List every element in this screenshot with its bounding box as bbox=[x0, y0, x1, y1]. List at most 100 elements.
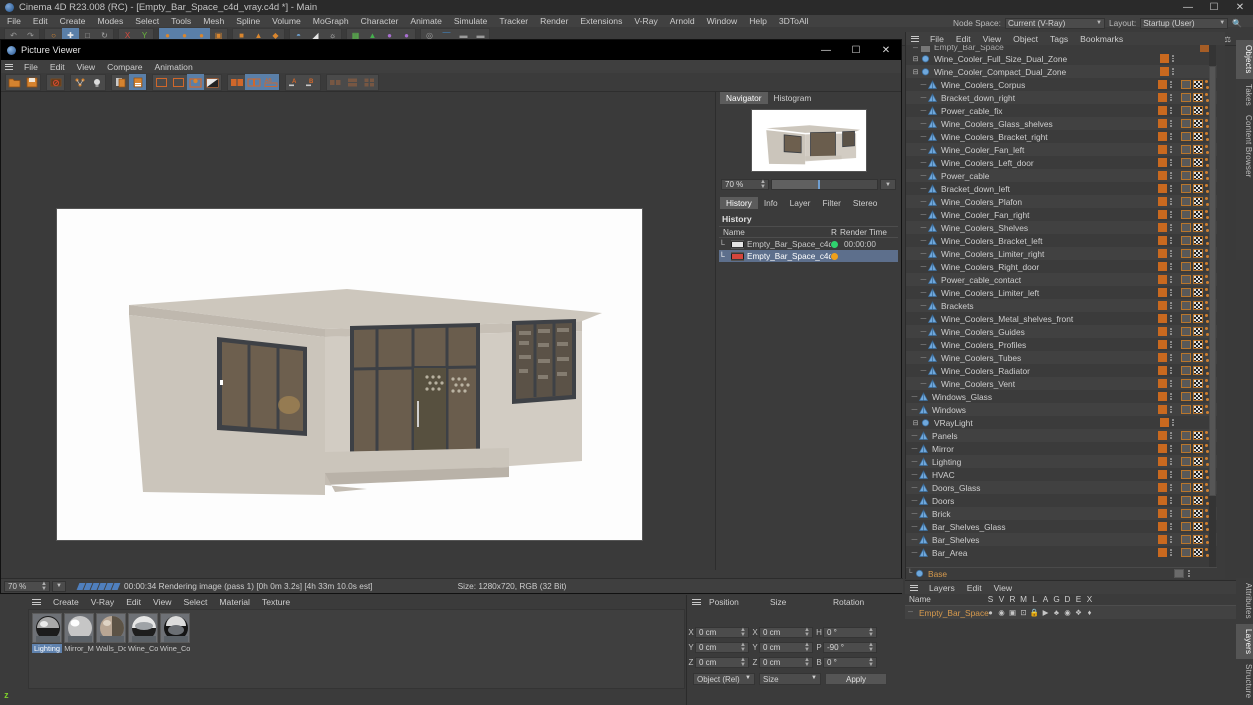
checker-tag-icon[interactable] bbox=[1193, 340, 1203, 349]
spinner-icon[interactable]: ▲ ▼ bbox=[41, 581, 47, 592]
texture-tag-icon[interactable] bbox=[1181, 106, 1191, 115]
material-chip[interactable] bbox=[1158, 405, 1167, 414]
app-menu-window[interactable]: Window bbox=[701, 15, 744, 27]
app-menu-select[interactable]: Select bbox=[129, 15, 165, 27]
more-dots-icon[interactable] bbox=[1169, 133, 1173, 140]
texture-tag-icon[interactable] bbox=[1181, 197, 1191, 206]
more-dots-icon[interactable] bbox=[1169, 510, 1173, 517]
object-row[interactable]: ⊟ VRayLight bbox=[906, 416, 1217, 429]
object-row[interactable]: ─ Wine_Coolers_Guides bbox=[906, 325, 1217, 338]
material-preview[interactable] bbox=[32, 613, 62, 643]
texture-tag-icon[interactable] bbox=[1181, 158, 1191, 167]
object-row[interactable]: ─ Wine_Coolers_Limiter_left bbox=[906, 286, 1217, 299]
material-chip[interactable] bbox=[1158, 223, 1167, 232]
position-x-input[interactable]: 0 cm ▲ ▼ bbox=[695, 627, 749, 638]
checker-tag-icon[interactable] bbox=[1193, 119, 1203, 128]
material-chip[interactable] bbox=[1158, 457, 1167, 466]
spinner-icon[interactable]: ▲ ▼ bbox=[740, 642, 746, 653]
minimize-button[interactable]: — bbox=[1175, 0, 1201, 15]
material-chip[interactable] bbox=[1158, 249, 1167, 258]
app-menu-extensions[interactable]: Extensions bbox=[574, 15, 628, 27]
texture-tag-icon[interactable] bbox=[1181, 444, 1191, 453]
pv-menu-view[interactable]: View bbox=[71, 62, 101, 72]
object-manager-scrollbar[interactable] bbox=[1209, 45, 1216, 569]
material-preview[interactable] bbox=[128, 613, 158, 643]
object-row[interactable]: ─ Bar_Shelves_Glass bbox=[906, 520, 1217, 533]
material-chip[interactable] bbox=[1158, 392, 1167, 401]
checker-tag-icon[interactable] bbox=[1193, 158, 1203, 167]
material-chip[interactable] bbox=[1158, 340, 1167, 349]
checker-tag-icon[interactable] bbox=[1193, 535, 1203, 544]
checker-tag-icon[interactable] bbox=[1193, 249, 1203, 258]
material-chip[interactable] bbox=[1160, 67, 1169, 76]
ab-compare-icon[interactable] bbox=[71, 74, 88, 90]
more-dots-icon[interactable] bbox=[1169, 120, 1173, 127]
checker-tag-icon[interactable] bbox=[1193, 171, 1203, 180]
material-preview[interactable] bbox=[96, 613, 126, 643]
more-dots-icon[interactable] bbox=[1169, 224, 1173, 231]
history-row[interactable]: └ Empty_Bar_Space_c4d_vray bbox=[719, 250, 898, 262]
material-chip[interactable] bbox=[1158, 145, 1167, 154]
object-row[interactable]: ─ Bar_Area bbox=[906, 546, 1217, 559]
material-chip[interactable] bbox=[1158, 509, 1167, 518]
checker-tag-icon[interactable] bbox=[1193, 548, 1203, 557]
more-dots-icon[interactable] bbox=[1169, 432, 1173, 439]
pv-menu-compare[interactable]: Compare bbox=[101, 62, 148, 72]
position-z-input[interactable]: 0 cm ▲ ▼ bbox=[695, 657, 749, 668]
size-z-input[interactable]: 0 cm ▲ ▼ bbox=[759, 657, 813, 668]
more-dots-icon[interactable] bbox=[1169, 471, 1173, 478]
material-chip[interactable] bbox=[1158, 236, 1167, 245]
vtab-structure[interactable]: Structure bbox=[1236, 659, 1253, 704]
more-dots-icon[interactable] bbox=[1169, 263, 1173, 270]
material-menu-v-ray[interactable]: V-Ray bbox=[85, 597, 120, 607]
texture-tag-icon[interactable] bbox=[1181, 236, 1191, 245]
more-dots-icon[interactable] bbox=[1169, 354, 1173, 361]
material-grid[interactable]: Lighting Mirror_M Walls_Do Wine_Co Wine_… bbox=[28, 609, 685, 689]
texture-tag-icon[interactable] bbox=[1181, 223, 1191, 232]
material-chip[interactable] bbox=[1158, 210, 1167, 219]
tab-histogram[interactable]: Histogram bbox=[767, 92, 818, 104]
object-row[interactable]: ─ Wine_Coolers_Right_door bbox=[906, 260, 1217, 273]
material-menu-material[interactable]: Material bbox=[213, 597, 256, 607]
viewer-zoom-input[interactable]: 70 % ▲ ▼ bbox=[4, 580, 50, 592]
material-chip[interactable] bbox=[1158, 327, 1167, 336]
manager-icon[interactable]: ⊡ bbox=[1018, 608, 1029, 617]
texture-tag-icon[interactable] bbox=[1181, 314, 1191, 323]
material-menu-create[interactable]: Create bbox=[47, 597, 85, 607]
app-menu-tools[interactable]: Tools bbox=[165, 15, 197, 27]
set-b-icon[interactable]: B bbox=[303, 74, 320, 90]
tab-navigator[interactable]: Navigator bbox=[720, 92, 768, 104]
checker-tag-icon[interactable] bbox=[1193, 236, 1203, 245]
checker-tag-icon[interactable] bbox=[1193, 301, 1203, 310]
expand-toggle-icon[interactable]: ⊟ bbox=[911, 68, 920, 76]
base-tag-icon[interactable] bbox=[1174, 569, 1184, 578]
save-image-icon[interactable] bbox=[23, 74, 40, 90]
app-menu-volume[interactable]: Volume bbox=[266, 15, 307, 27]
object-row[interactable]: ─ Panels bbox=[906, 429, 1217, 442]
rotation-b-input[interactable]: 0 ° ▲ ▼ bbox=[823, 657, 877, 668]
layer-row[interactable]: ─ Empty_Bar_Space ● ◉ ▣ ⊡ 🔒 ▶ ♣ ◉ ❖ ♦ bbox=[905, 606, 1236, 619]
texture-tag-icon[interactable] bbox=[1181, 119, 1191, 128]
size-y-input[interactable]: 0 cm ▲ ▼ bbox=[759, 642, 813, 653]
object-row[interactable]: ─ Power_cable bbox=[906, 169, 1217, 182]
texture-tag-icon[interactable] bbox=[1181, 392, 1191, 401]
more-dots-icon[interactable] bbox=[1169, 315, 1173, 322]
rotation-p-input[interactable]: -90 ° ▲ ▼ bbox=[823, 642, 877, 653]
checker-tag-icon[interactable] bbox=[1193, 210, 1203, 219]
material-chip[interactable] bbox=[1158, 548, 1167, 557]
app-menu-v-ray[interactable]: V-Ray bbox=[628, 15, 663, 27]
checker-tag-icon[interactable] bbox=[1193, 392, 1203, 401]
checker-tag-icon[interactable] bbox=[1193, 288, 1203, 297]
texture-tag-icon[interactable] bbox=[1181, 483, 1191, 492]
more-dots-icon[interactable] bbox=[1169, 211, 1173, 218]
viewer-zoom-dropdown[interactable]: ▼ bbox=[52, 580, 66, 592]
material-chip[interactable] bbox=[1158, 314, 1167, 323]
copy-image-icon[interactable] bbox=[112, 74, 129, 90]
texture-tag-icon[interactable] bbox=[1181, 470, 1191, 479]
texture-tag-icon[interactable] bbox=[1181, 366, 1191, 375]
app-menu-3dtoall[interactable]: 3DToAll bbox=[773, 15, 815, 27]
pv-menu-animation[interactable]: Animation bbox=[149, 62, 199, 72]
material-chip[interactable] bbox=[1158, 522, 1167, 531]
om-menu-view[interactable]: View bbox=[977, 34, 1007, 44]
texture-tag-icon[interactable] bbox=[1181, 132, 1191, 141]
